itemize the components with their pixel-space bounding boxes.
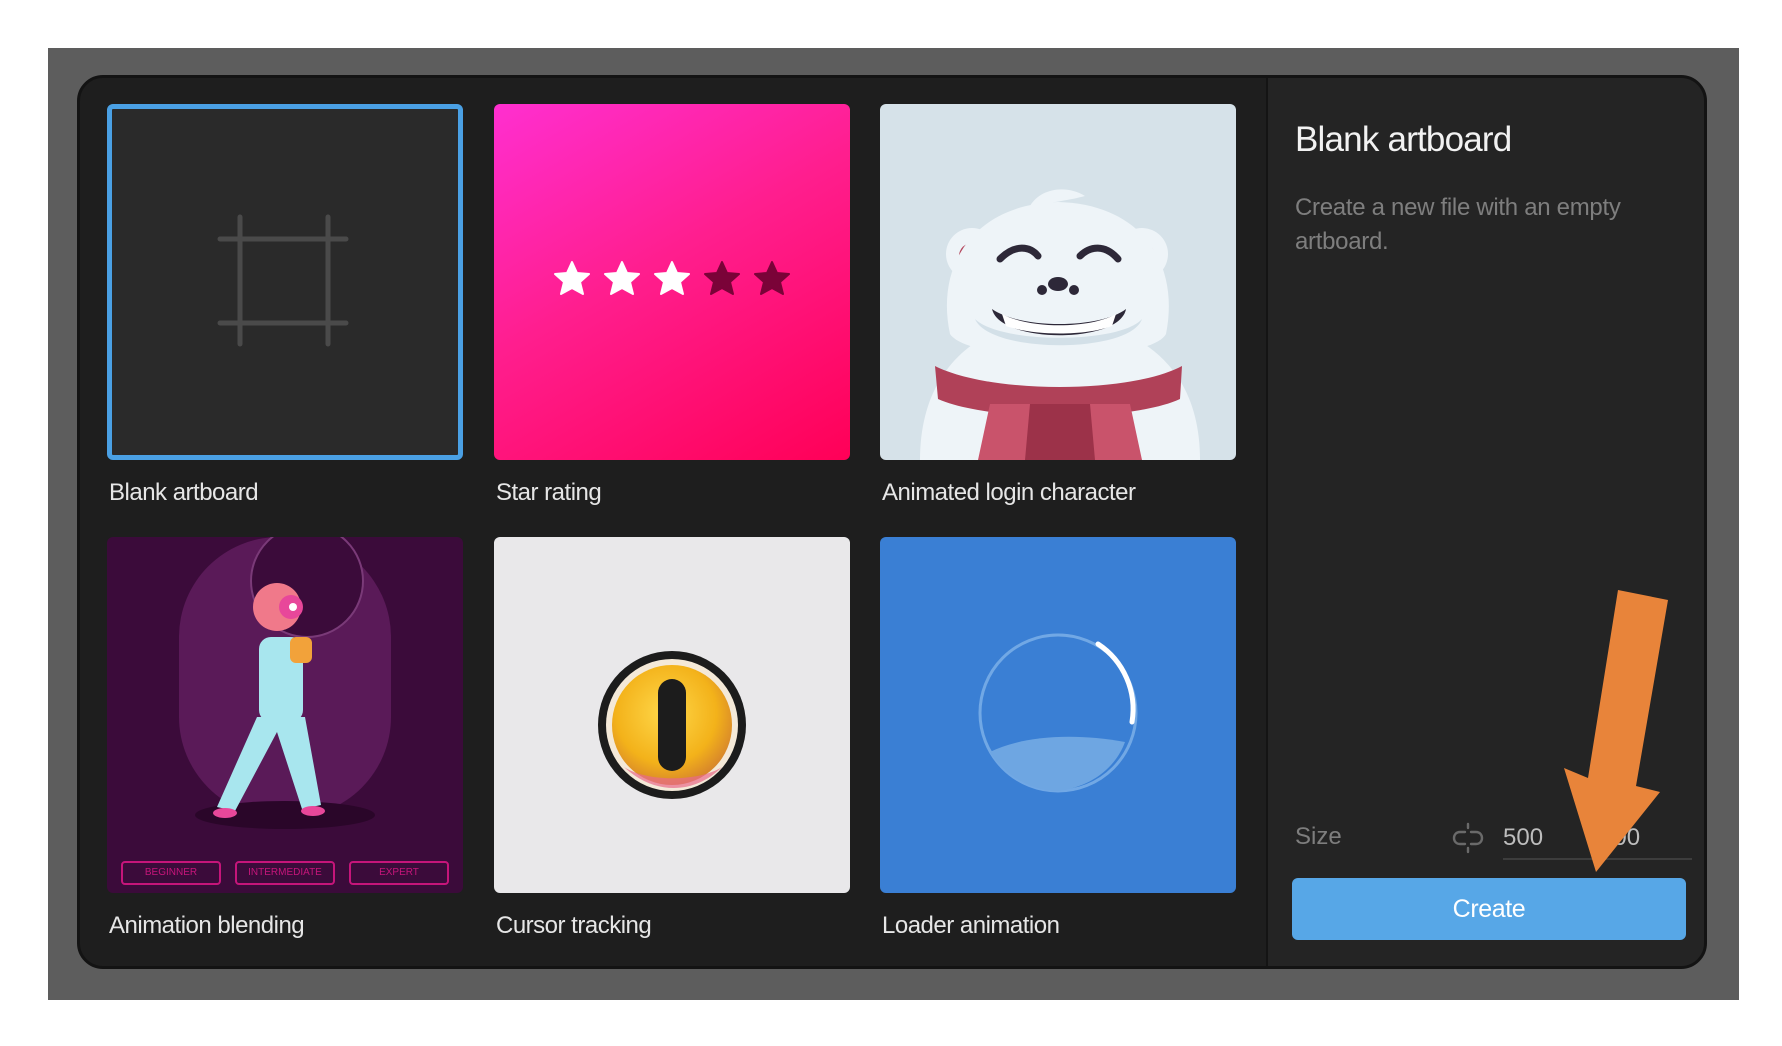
circular-loader-icon — [978, 633, 1138, 793]
panel-description: Create a new file with an empty artboard… — [1295, 194, 1621, 255]
template-label: Cursor tracking — [496, 912, 652, 939]
eye-button-icon — [598, 651, 746, 799]
template-label: Loader animation — [882, 912, 1060, 939]
template-grid: Blank artboard Star rating Animated logi… — [80, 78, 1266, 966]
unlink-aspect-ratio-icon[interactable] — [1451, 821, 1485, 855]
template-label: Blank artboard — [109, 479, 259, 506]
template-thumb-login[interactable] — [880, 104, 1236, 460]
template-thumb-blending[interactable]: BEGINNER INTERMEDIATE EXPERT — [107, 537, 463, 893]
panel-title: Blank artboard — [1295, 120, 1512, 159]
new-file-dialog: Blank artboard Star rating Animated logi… — [77, 75, 1707, 969]
size-label: Size — [1295, 823, 1342, 850]
badge-beginner: BEGINNER — [121, 861, 221, 885]
template-thumb-loader[interactable] — [880, 537, 1236, 893]
template-thumb-cursor[interactable] — [494, 537, 850, 893]
template-label: Animated login character — [882, 479, 1136, 506]
difficulty-badges: BEGINNER INTERMEDIATE EXPERT — [107, 861, 463, 887]
create-button[interactable]: Create — [1292, 878, 1686, 940]
template-thumb-star[interactable] — [494, 104, 850, 460]
annotation-arrow-icon — [1564, 590, 1668, 872]
badge-intermediate: INTERMEDIATE — [235, 861, 335, 885]
badge-expert: EXPERT — [349, 861, 449, 885]
blank-artboard-icon — [217, 214, 349, 347]
yeti-character-icon — [920, 189, 1200, 460]
template-thumb-blank[interactable] — [107, 104, 463, 460]
template-label: Star rating — [496, 479, 602, 506]
template-label: Animation blending — [109, 912, 305, 939]
star-rating-icon — [554, 261, 790, 295]
walking-girl-icon — [179, 537, 391, 829]
